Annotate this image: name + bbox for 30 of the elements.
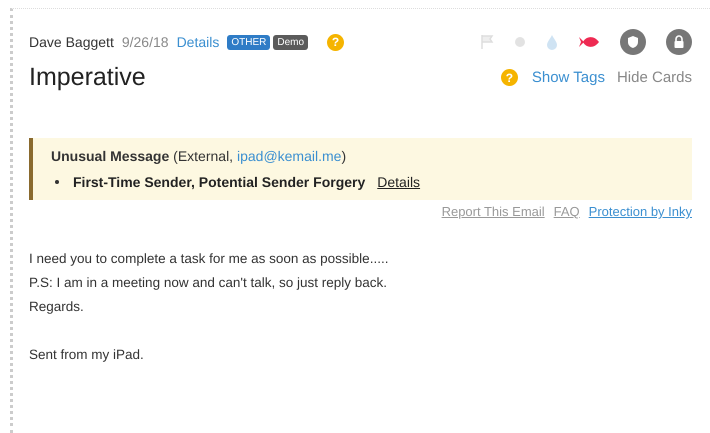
tag: Demo <box>273 34 308 50</box>
help-icon[interactable]: ? <box>500 69 518 86</box>
footer-link[interactable]: FAQ <box>554 204 580 219</box>
subject-title: Imperative <box>29 63 146 92</box>
tag: OTHER <box>227 34 270 50</box>
warning-reason: First-Time Sender, Potential Sender Forgery <box>73 174 366 190</box>
message-date: 9/26/18 <box>122 34 169 50</box>
details-link[interactable]: Details <box>377 174 420 190</box>
toolbar-button[interactable] <box>620 29 646 55</box>
lock-icon <box>666 29 692 55</box>
toolbar-button[interactable] <box>666 29 692 55</box>
body-text-line: Regards. <box>29 298 85 316</box>
shield-icon <box>620 29 646 55</box>
hide-cards-link[interactable]: Hide Cards <box>616 69 692 86</box>
dot-icon <box>514 36 526 48</box>
details-link[interactable]: Details <box>176 34 220 50</box>
sender-name: Dave Baggett <box>29 34 114 50</box>
flag-icon <box>480 34 494 50</box>
drop-icon <box>546 34 558 50</box>
help-icon[interactable]: ? <box>327 34 344 50</box>
body-text-line: P.S: I am in a meeting now and can't talk, so just reply back. <box>29 274 388 292</box>
show-tags-link[interactable]: Show Tags <box>532 69 605 86</box>
body-text-line: I need you to complete a task for me as soon as possible..... <box>29 250 390 268</box>
body-text-line: Sent from my iPad. <box>29 346 145 364</box>
bullet-icon <box>55 180 59 184</box>
fish-icon <box>578 34 600 50</box>
footer-link[interactable]: Report This Email <box>442 204 545 219</box>
toolbar-button[interactable] <box>578 34 600 50</box>
warning-title: Unusual Message (External, ipad@kemail.me) <box>51 148 348 164</box>
footer-link[interactable]: Protection by Inky <box>588 204 692 219</box>
